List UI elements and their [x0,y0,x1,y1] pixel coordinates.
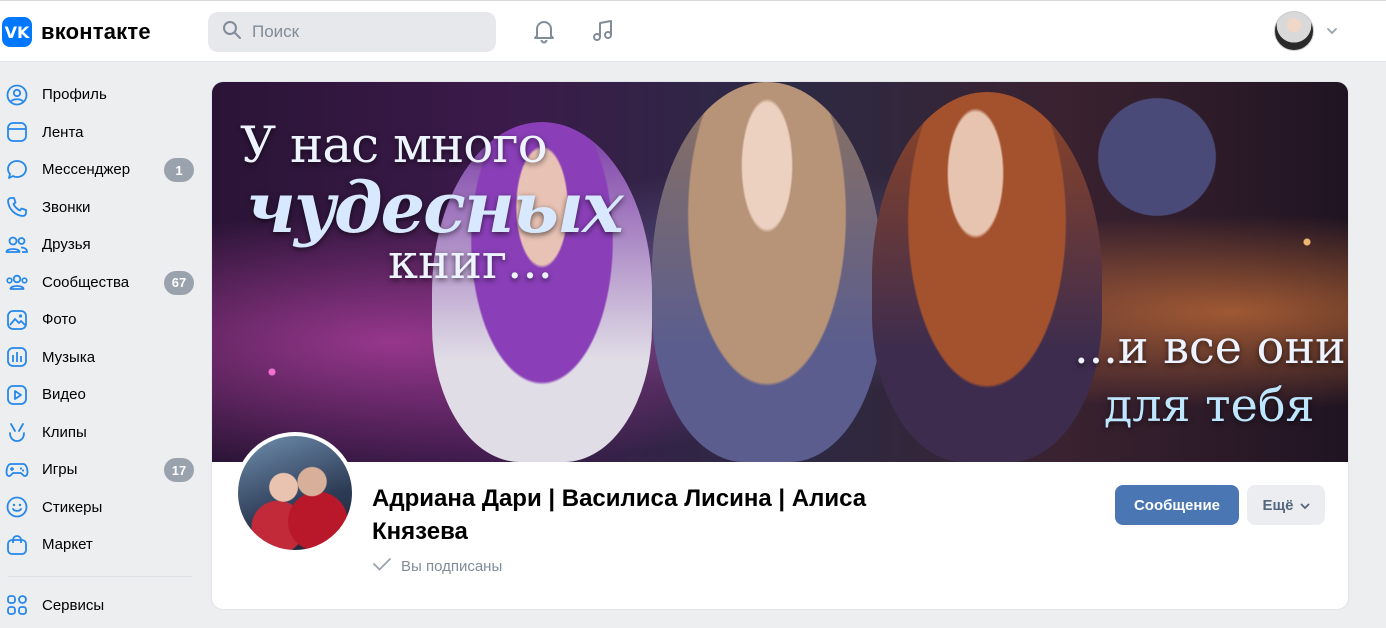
vk-logo-mark: VK [2,17,32,47]
friends-icon [5,233,29,257]
sidebar-item-label: Лента [42,123,84,141]
communities-badge: 67 [164,270,194,295]
sidebar-item-label: Клипы [42,423,87,441]
cover-text-line4: ...и все они [1074,320,1346,374]
video-icon [5,383,29,407]
sidebar-item-friends[interactable]: Друзья [0,226,200,264]
subscription-label: Вы подписаны [401,557,503,575]
community-header-card: У нас много чудесных книг... ...и все он… [211,81,1349,610]
games-badge: 17 [164,458,194,482]
community-avatar[interactable] [234,432,356,554]
sidebar-item-label: Маркет [42,536,93,554]
market-icon [5,533,29,557]
sidebar-item-label: Игры [42,461,78,479]
sidebar-item-clips[interactable]: Клипы [0,414,200,452]
communities-icon [5,270,29,294]
top-bar: VK вконтакте [0,0,1386,62]
sidebar-item-label: Звонки [42,198,91,216]
chevron-down-icon [1300,497,1310,514]
search-input[interactable] [252,22,472,42]
games-icon [5,458,29,482]
bell-icon[interactable] [528,15,560,47]
music-note-icon[interactable] [587,15,619,47]
search-icon [222,20,242,45]
sidebar-item-label: Стикеры [42,498,103,516]
cover-figure-center [652,82,882,462]
more-button[interactable]: Ещё [1247,485,1325,525]
sidebar-item-games[interactable]: Игры 17 [0,451,200,489]
sidebar-item-label: Музыка [42,348,96,366]
sidebar-item-market[interactable]: Маркет [0,526,200,564]
vk-logo-text: вконтакте [41,19,151,44]
cover-image: У нас много чудесных книг... ...и все он… [212,82,1348,462]
phone-icon [5,195,29,219]
page-title: Адриана Дари | Василиса Лисина | Алиса К… [372,485,867,545]
sidebar-item-calls[interactable]: Звонки [0,189,200,227]
vk-logo[interactable]: VK вконтакте [2,17,151,47]
cover-text-line3: книг... [388,234,553,290]
sidebar-divider [8,575,192,577]
sidebar-item-stickers[interactable]: Стикеры [0,489,200,527]
news-icon [5,120,29,144]
sidebar-item-news[interactable]: Лента [0,114,200,152]
subscription-status[interactable]: Вы подписаны [372,556,502,576]
sidebar-item-communities[interactable]: Сообщества 67 [0,264,200,302]
clips-icon [5,420,29,444]
sidebar-item-label: Фото [42,311,77,329]
message-button[interactable]: Сообщение [1115,485,1239,525]
sidebar-item-label: Сообщества [42,273,130,291]
sidebar-item-label: Друзья [42,236,91,254]
sidebar-item-profile[interactable]: Профиль [0,76,200,114]
music-icon [5,345,29,369]
cover-text-line5: для тебя [1104,378,1315,432]
sidebar-item-label: Мессенджер [42,161,131,179]
sidebar-item-label: Сервисы [42,596,105,614]
cover-figure-right [872,92,1102,462]
sidebar-item-video[interactable]: Видео [0,376,200,414]
photo-icon [5,308,29,332]
sidebar-item-music[interactable]: Музыка [0,339,200,377]
sidebar-item-photos[interactable]: Фото [0,301,200,339]
more-button-label: Ещё [1262,496,1294,514]
unread-badge: 1 [164,158,194,182]
checkmark-icon [372,556,392,576]
sidebar-item-messenger[interactable]: Мессенджер 1 [0,151,200,189]
user-menu[interactable] [1274,11,1338,51]
sidebar: Профиль Лента Мессенджер 1 Звонки Друзья… [0,76,200,624]
message-icon [5,158,29,182]
sticker-icon [5,495,29,519]
cover-dragon [1082,82,1232,232]
avatar[interactable] [1274,11,1314,51]
services-icon [5,593,29,617]
search-box[interactable] [208,12,496,52]
user-icon [5,83,29,107]
sidebar-item-label: Видео [42,386,86,404]
chevron-down-icon[interactable] [1326,22,1338,40]
sidebar-item-label: Профиль [42,86,107,104]
sidebar-item-services[interactable]: Сервисы [0,587,200,625]
